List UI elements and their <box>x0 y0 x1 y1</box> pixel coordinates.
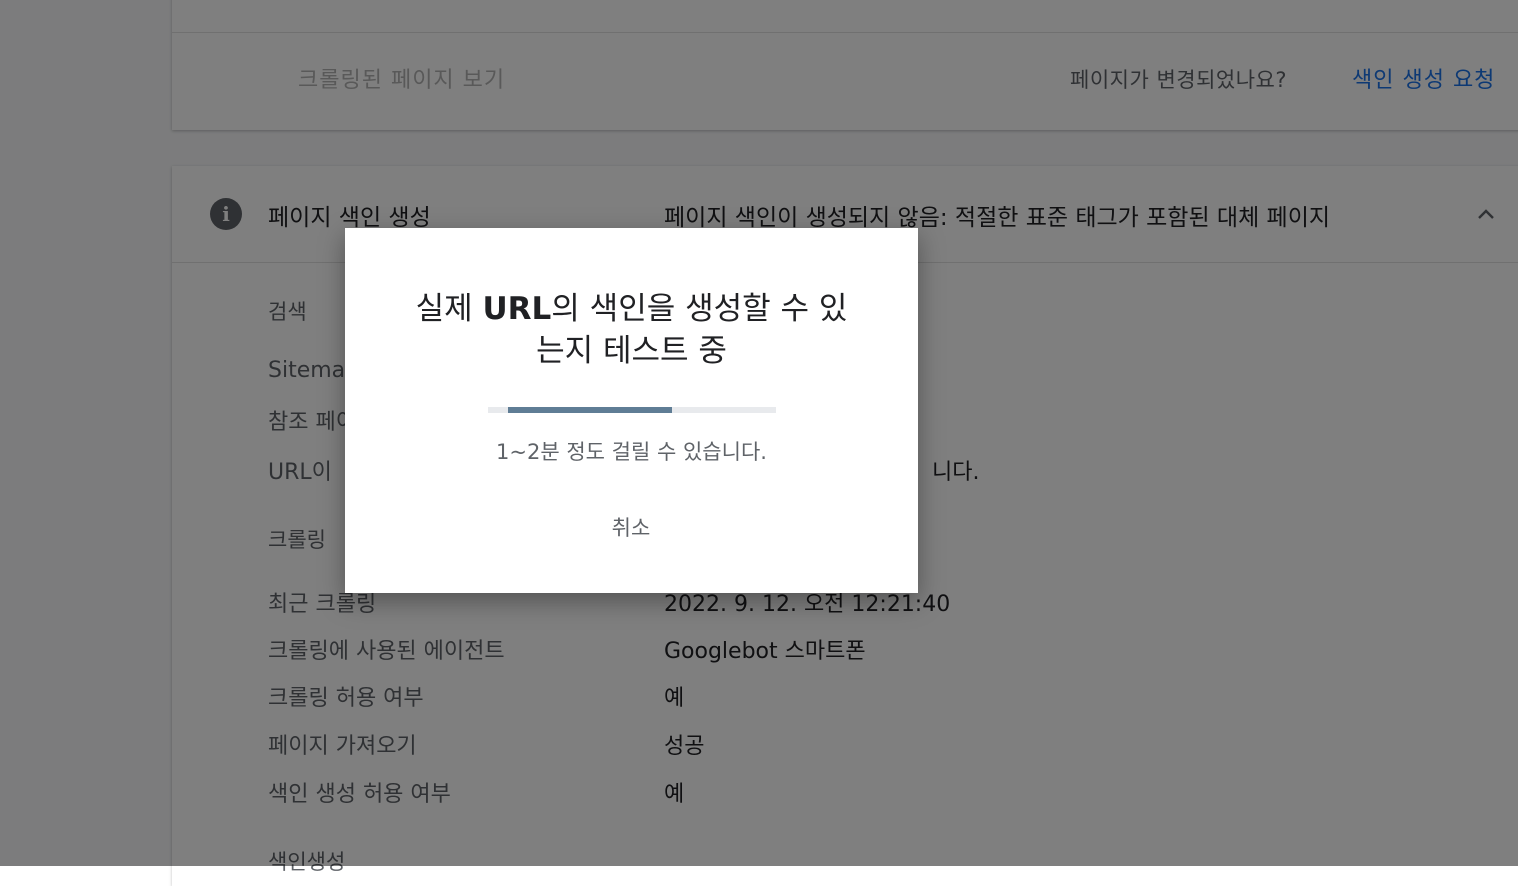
progress-bar <box>488 407 776 413</box>
dialog-description: 1~2분 정도 걸릴 수 있습니다. <box>496 440 767 464</box>
title-text: 는지 테스트 중 <box>536 333 727 369</box>
title-text: 의 색인을 생성할 수 있 <box>551 291 848 327</box>
title-url: URL <box>482 291 552 327</box>
dialog-title: 실제 URL의 색인을 생성할 수 있 는지 테스트 중 <box>385 288 878 372</box>
title-text: 실제 <box>415 291 483 327</box>
testing-dialog: 실제 URL의 색인을 생성할 수 있 는지 테스트 중 1~2분 정도 걸릴 … <box>345 228 918 593</box>
cancel-button[interactable]: 취소 <box>581 510 681 546</box>
page-background: 크롤링된 페이지 보기 페이지가 변경되었나요? 색인 생성 요청 i 페이지 … <box>0 0 1518 886</box>
progress-fill <box>508 407 672 413</box>
